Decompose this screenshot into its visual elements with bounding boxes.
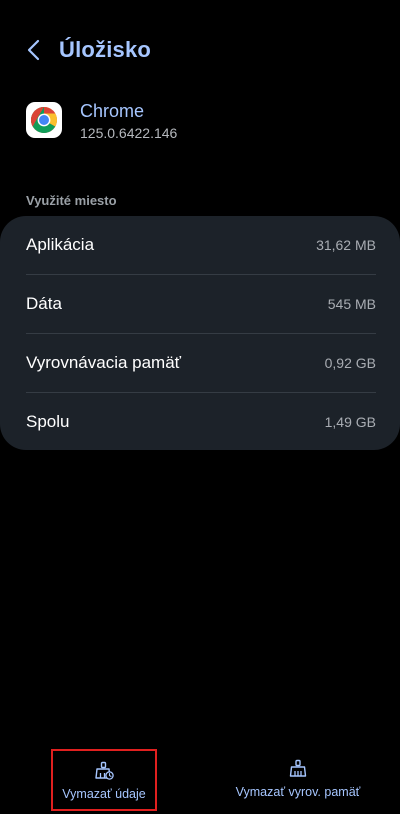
broom-clear-cache-icon bbox=[289, 759, 307, 777]
storage-row-total: Spolu 1,49 GB bbox=[26, 393, 376, 451]
chrome-logo-icon bbox=[26, 102, 62, 138]
clear-cache-button[interactable]: Vymazať vyrov. pamäť bbox=[226, 749, 370, 811]
storage-row-cache: Vyrovnávacia pamäť 0,92 GB bbox=[26, 334, 376, 392]
app-version: 125.0.6422.146 bbox=[80, 125, 178, 141]
app-name: Chrome bbox=[80, 101, 145, 121]
clear-data-button[interactable]: Vymazať údaje bbox=[51, 749, 157, 811]
storage-row-data: Dáta 545 MB bbox=[26, 275, 376, 333]
page-title: Úložisko bbox=[59, 37, 152, 62]
row-label: Vyrovnávacia pamäť bbox=[26, 353, 182, 372]
bottom-action-bar: Vymazať údaje Vymazať vyrov. pamäť bbox=[0, 740, 400, 814]
chevron-left-icon bbox=[27, 39, 40, 61]
broom-clear-data-icon bbox=[95, 761, 114, 780]
clear-data-label: Vymazať údaje bbox=[62, 787, 146, 801]
row-value: 31,62 MB bbox=[316, 237, 376, 253]
row-value: 1,49 GB bbox=[324, 414, 376, 430]
app-info: Chrome 125.0.6422.146 bbox=[0, 100, 400, 144]
storage-usage-card: Aplikácia 31,62 MB Dáta 545 MB Vyrovnáva… bbox=[0, 216, 400, 450]
clear-cache-label: Vymazať vyrov. pamäť bbox=[235, 785, 361, 799]
row-value: 0,92 GB bbox=[324, 355, 376, 371]
row-label: Aplikácia bbox=[26, 235, 95, 254]
storage-row-app: Aplikácia 31,62 MB bbox=[26, 216, 376, 274]
row-value: 545 MB bbox=[327, 296, 376, 312]
section-label: Využité miesto bbox=[26, 193, 117, 208]
header-bar: Úložisko bbox=[0, 28, 400, 72]
row-label: Dáta bbox=[26, 294, 62, 313]
row-label: Spolu bbox=[26, 412, 70, 431]
back-button[interactable] bbox=[20, 36, 48, 64]
